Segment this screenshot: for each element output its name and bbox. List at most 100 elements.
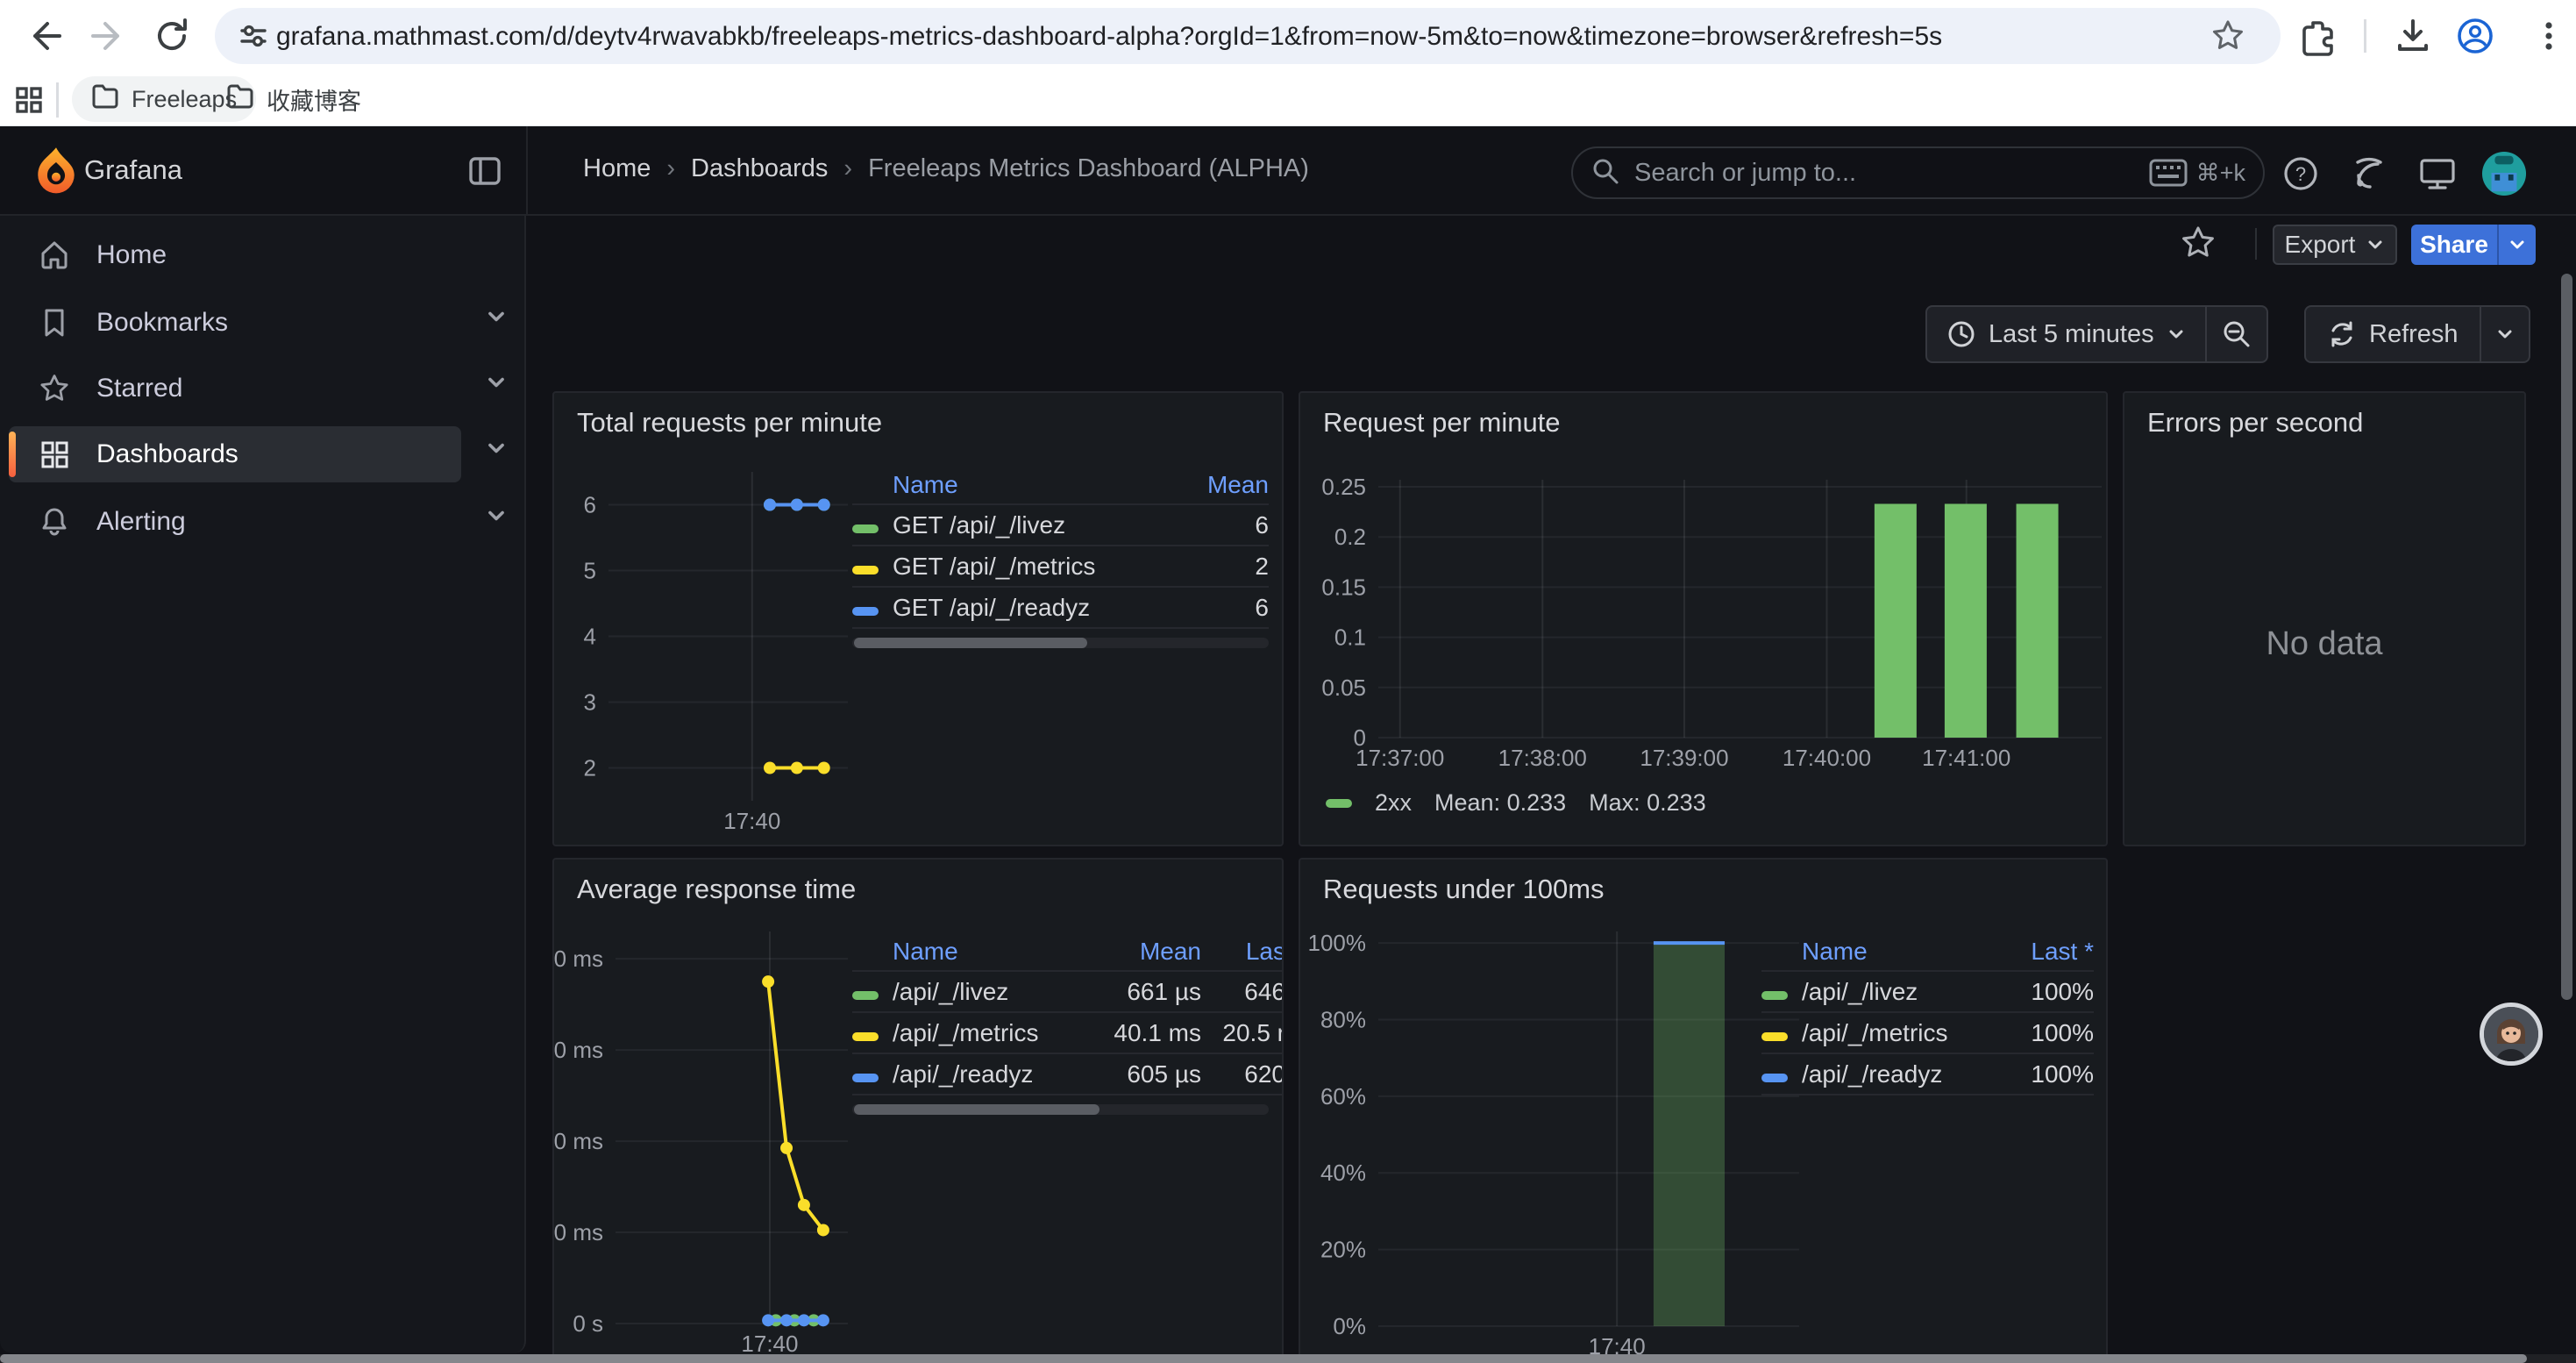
bookmark-star-icon[interactable]: [2210, 18, 2245, 58]
legend-col-name[interactable]: Name: [1802, 938, 1989, 966]
horizontal-scrollbar[interactable]: [0, 1354, 2576, 1363]
export-button[interactable]: Export: [2273, 225, 2397, 265]
legend-row[interactable]: /api/_/livez100%: [1761, 972, 2094, 1013]
chevron-down-icon: [2366, 235, 2385, 254]
legend-col-last[interactable]: Last *: [1989, 938, 2094, 966]
sidebar-item-bookmarks[interactable]: Bookmarks: [9, 295, 461, 351]
breadcrumb: Home › Dashboards › Freeleaps Metrics Da…: [583, 154, 1309, 183]
panel-title[interactable]: Errors per second: [2147, 407, 2363, 439]
forward-icon[interactable]: [84, 11, 133, 61]
reload-icon[interactable]: [147, 11, 196, 61]
svg-text:20%: 20%: [1320, 1237, 1366, 1263]
user-avatar[interactable]: [2481, 151, 2527, 196]
series-dash: [852, 1032, 879, 1041]
svg-text:2: 2: [584, 755, 596, 781]
bookmark-item-blogs[interactable]: 收藏博客: [207, 76, 381, 122]
profile-icon[interactable]: [2455, 16, 2495, 61]
dashboard-toolbar: Export Share: [526, 216, 2576, 274]
panel-requests-under-100ms[interactable]: Requests under 100ms 100%80%60%40%20%0%1…: [1299, 858, 2108, 1363]
vertical-scrollbar[interactable]: [2561, 274, 2572, 1000]
panel-request-per-minute[interactable]: Request per minute 0.250.20.150.10.05017…: [1299, 391, 2108, 846]
legend-row[interactable]: GET /api/_/livez6: [852, 505, 1269, 546]
legend-mean: Mean: 0.233: [1434, 789, 1566, 817]
breadcrumb-home[interactable]: Home: [583, 154, 651, 183]
legend-scrollbar[interactable]: [852, 1104, 1269, 1115]
search-shortcut: ⌘+k: [2149, 159, 2245, 187]
refresh-interval-button[interactable]: [2481, 325, 2529, 344]
search-input[interactable]: Search or jump to... ⌘+k: [1571, 146, 2265, 199]
rss-icon[interactable]: [2346, 151, 2392, 196]
chevron-down-icon[interactable]: [480, 305, 512, 332]
assistant-avatar-bubble[interactable]: [2480, 1003, 2543, 1066]
panel-errors-per-second[interactable]: Errors per second No data: [2123, 391, 2526, 846]
time-range-picker[interactable]: Last 5 minutes: [1927, 319, 2205, 349]
breadcrumb-current: Freeleaps Metrics Dashboard (ALPHA): [868, 154, 1309, 183]
sidebar-item-alerting[interactable]: Alerting: [9, 494, 461, 550]
bell-icon: [35, 505, 74, 539]
legend-row[interactable]: /api/_/metrics40.1 ms20.5 r: [852, 1013, 1284, 1054]
panel-legend[interactable]: 2xx Mean: 0.233 Max: 0.233: [1326, 789, 1706, 817]
zoom-out-button[interactable]: [2207, 318, 2266, 350]
legend-scrollbar[interactable]: [852, 638, 1269, 648]
refresh-group: Refresh: [2304, 305, 2530, 363]
folder-icon: [91, 82, 119, 117]
sidebar-item-home[interactable]: Home: [9, 227, 461, 283]
download-icon[interactable]: [2393, 16, 2433, 61]
monitor-icon[interactable]: [2415, 151, 2460, 196]
svg-text:0.15: 0.15: [1321, 574, 1366, 600]
legend-row[interactable]: /api/_/readyz100%: [1761, 1054, 2094, 1095]
zoom-out-icon: [2221, 318, 2252, 350]
svg-text:17:40: 17:40: [741, 1331, 798, 1357]
panel-average-response-time[interactable]: Average response time 80 ms60 ms40 ms20 …: [552, 858, 1284, 1363]
chevron-down-icon: [2495, 325, 2515, 344]
toolbar-divider: [2255, 228, 2257, 260]
breadcrumb-separator: ›: [828, 154, 868, 183]
breadcrumb-dashboards[interactable]: Dashboards: [691, 154, 828, 183]
panel-total-requests[interactable]: Total requests per minute 6543217:40 Nam…: [552, 391, 1284, 846]
legend-row[interactable]: /api/_/readyz605 µs620: [852, 1054, 1284, 1095]
brand-title[interactable]: Grafana: [84, 154, 182, 186]
sidebar: Home Bookmarks Starred Dashboards Alerti…: [0, 216, 526, 1353]
legend-row[interactable]: GET /api/_/metrics2: [852, 546, 1269, 588]
extensions-icon[interactable]: [2297, 16, 2338, 61]
chevron-down-icon[interactable]: [480, 371, 512, 398]
legend-col-mean[interactable]: Mean: [1070, 938, 1201, 966]
legend-row[interactable]: /api/_/metrics100%: [1761, 1013, 2094, 1054]
chevron-down-icon[interactable]: [480, 504, 512, 532]
share-button-group: Share: [2411, 225, 2536, 265]
apps-grid-icon[interactable]: [14, 85, 44, 119]
svg-text:40 ms: 40 ms: [554, 1128, 603, 1154]
svg-text:17:40: 17:40: [723, 808, 780, 834]
legend-row[interactable]: /api/_/livez661 µs646: [852, 972, 1284, 1013]
legend-col-mean[interactable]: Mean: [1172, 471, 1269, 499]
svg-text:17:41:00: 17:41:00: [1922, 745, 2010, 771]
sidebar-item-dashboards[interactable]: Dashboards: [9, 426, 461, 482]
url-bar[interactable]: grafana.mathmast.com/d/deytv4rwavabkb/fr…: [215, 8, 2281, 64]
legend-row[interactable]: GET /api/_/readyz6: [852, 588, 1269, 629]
share-menu-button[interactable]: [2497, 225, 2536, 265]
bar-chart[interactable]: 0.250.20.150.10.05017:37:0017:38:0017:39…: [1300, 393, 2108, 846]
folder-icon: [226, 82, 254, 117]
svg-text:100%: 100%: [1308, 930, 1367, 956]
site-settings-icon[interactable]: [238, 20, 269, 56]
svg-text:60%: 60%: [1320, 1083, 1366, 1110]
sidebar-toggle-icon[interactable]: [466, 153, 503, 194]
legend-col-last[interactable]: Las: [1201, 938, 1284, 966]
url-text[interactable]: grafana.mathmast.com/d/deytv4rwavabkb/fr…: [276, 22, 1942, 52]
panel-legend-table: NameMeanLas /api/_/livez661 µs646 /api/_…: [852, 933, 1284, 1115]
grafana-header: Grafana Home › Dashboards › Freeleaps Me…: [0, 126, 2576, 216]
menu-kebab-icon[interactable]: [2529, 16, 2569, 61]
svg-text:17:37:00: 17:37:00: [1356, 745, 1444, 771]
svg-text:5: 5: [584, 558, 596, 584]
bookmarks-divider: [56, 82, 59, 118]
legend-col-name[interactable]: Name: [893, 938, 1070, 966]
back-icon[interactable]: [19, 11, 68, 61]
legend-col-name[interactable]: Name: [893, 471, 1172, 499]
help-icon[interactable]: ?: [2278, 151, 2323, 196]
star-dashboard-icon[interactable]: [2180, 225, 2217, 266]
refresh-button[interactable]: Refresh: [2306, 319, 2480, 349]
grafana-logo[interactable]: [32, 146, 81, 199]
chevron-down-icon[interactable]: [480, 437, 512, 464]
sidebar-item-starred[interactable]: Starred: [9, 360, 461, 417]
share-button[interactable]: Share: [2411, 225, 2497, 265]
